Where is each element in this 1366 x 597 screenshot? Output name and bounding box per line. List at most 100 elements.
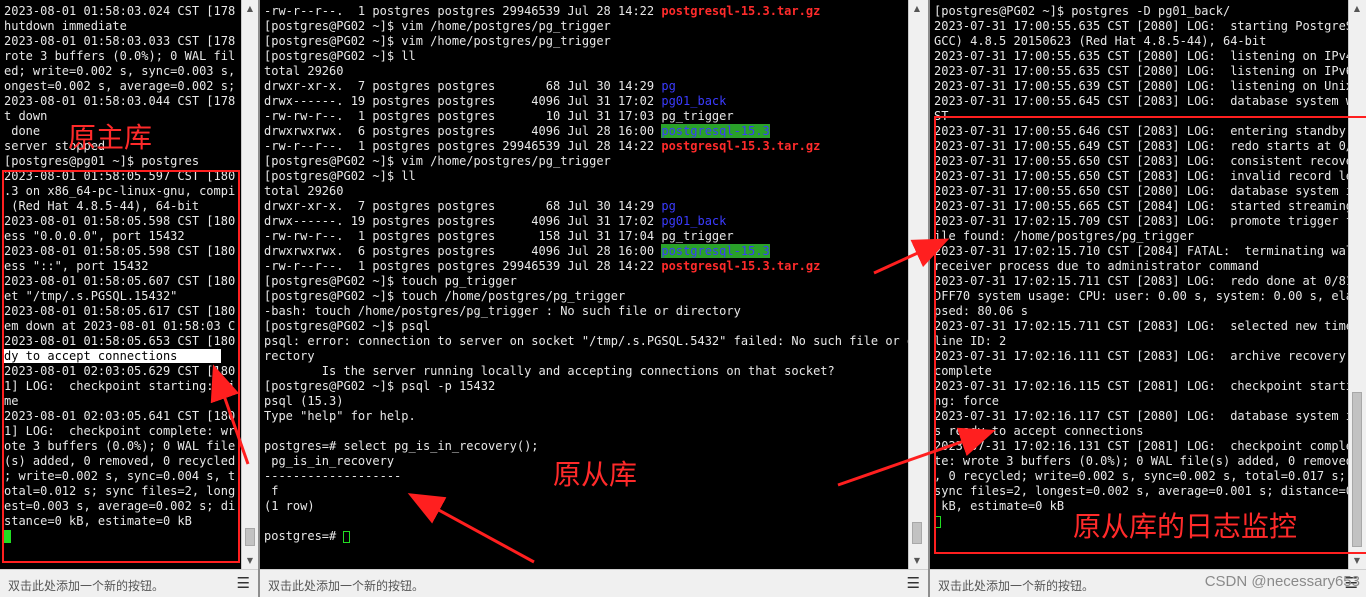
terminal-line: 2023-08-01 01:58:03.044 CST [178 (4, 94, 241, 109)
terminal-line: Is the server running locally and accept… (264, 364, 908, 379)
hamburger-menu-icon[interactable]: ☰ (907, 574, 920, 592)
add-button-hint[interactable]: 双击此处添加一个新的按钮。 (938, 577, 1094, 594)
terminal-text: GCC) 4.8.5 20150623 (Red Hat 4.8.5-44), … (934, 34, 1267, 48)
terminal-line: [postgres@PG02 ~]$ vim /home/postgres/pg… (264, 154, 908, 169)
terminal-text: drwxr-xr-x. 7 postgres postgres 68 Jul 3… (264, 79, 662, 93)
annotation-original-standby: 原从库 (553, 458, 638, 491)
terminal-text: pg (661, 79, 676, 93)
terminal-text: drwx------. 19 postgres postgres 4096 Ju… (264, 214, 662, 228)
terminal-line: -rw-r--r--. 1 postgres postgres 29946539… (264, 139, 908, 154)
terminal-line: -rw-r--r--. 1 postgres postgres 29946539… (264, 259, 908, 274)
scroll-down-arrow-icon[interactable]: ▼ (909, 552, 925, 569)
terminal-line: drwx------. 19 postgres postgres 4096 Ju… (264, 94, 908, 109)
terminal-line: drwxr-xr-x. 7 postgres postgres 68 Jul 3… (264, 199, 908, 214)
terminal-text: [postgres@PG02 ~]$ touch pg_trigger (264, 274, 517, 288)
terminal-text: -rw-r--r--. 1 postgres postgres 29946539… (264, 259, 662, 273)
terminal-line: ed; write=0.002 s, sync=0.003 s, (4, 64, 241, 79)
scroll-up-arrow-icon[interactable]: ▲ (1349, 0, 1365, 17)
add-button-hint[interactable]: 双击此处添加一个新的按钮。 (8, 577, 164, 594)
terminal-line: postgres=# (264, 529, 908, 544)
terminal-line: 2023-07-31 17:00:55.645 CST [2083] LOG: … (934, 94, 1348, 109)
scroll-down-arrow-icon[interactable]: ▼ (1349, 552, 1365, 569)
terminal-line: drwx------. 19 postgres postgres 4096 Ju… (264, 214, 908, 229)
terminal-text: done (4, 124, 41, 138)
terminal-line: -rw-rw-r--. 1 postgres postgres 10 Jul 3… (264, 109, 908, 124)
terminal-text: psql: error: connection to server on soc… (264, 334, 908, 348)
terminal-line: 2023-07-31 17:00:55.635 CST [2080] LOG: … (934, 64, 1348, 79)
terminal-text: 2023-07-31 17:00:55.635 CST [2080] LOG: … (934, 19, 1348, 33)
terminal-line: 2023-07-31 17:00:55.639 CST [2080] LOG: … (934, 79, 1348, 94)
terminal-line: GCC) 4.8.5 20150623 (Red Hat 4.8.5-44), … (934, 34, 1348, 49)
terminal-line: [postgres@PG02 ~]$ psql (264, 319, 908, 334)
terminal-text: Is the server running locally and accept… (264, 364, 835, 378)
terminal-line: (1 row) (264, 499, 908, 514)
terminal-line: hutdown immediate (4, 19, 241, 34)
terminal-text: rectory (264, 349, 315, 363)
right-highlight-box (934, 116, 1366, 554)
terminal-text: 2023-07-31 17:00:55.635 CST [2080] LOG: … (934, 64, 1348, 78)
terminal-text: 2023-07-31 17:00:55.635 CST [2080] LOG: … (934, 49, 1348, 63)
terminal-line: psql: error: connection to server on soc… (264, 334, 908, 349)
terminal-text: [postgres@PG02 ~]$ vim /home/postgres/pg… (264, 154, 611, 168)
terminal-line: Type "help" for help. (264, 409, 908, 424)
left-button-bar[interactable]: 双击此处添加一个新的按钮。 ☰ (0, 569, 258, 597)
terminal-text: [postgres@PG02 ~]$ vim /home/postgres/pg… (264, 34, 611, 48)
terminal-text: 2023-08-01 01:58:03.024 CST [178 (4, 4, 236, 18)
terminal-text: total 29260 (264, 184, 344, 198)
terminal-line: total 29260 (264, 64, 908, 79)
terminal-text: ed; write=0.002 s, sync=0.003 s, (4, 64, 236, 78)
terminal-text: postgresql-15.3.tar.gz (661, 259, 821, 273)
middle-scroll-thumb[interactable] (912, 522, 922, 544)
terminal-text: drwxrwxrwx. 6 postgres postgres 4096 Jul… (264, 124, 662, 138)
terminal-text: 2023-08-01 01:58:03.044 CST [178 (4, 94, 236, 108)
terminal-text: postgres=# select pg_is_in_recovery(); (264, 439, 539, 453)
middle-button-bar[interactable]: 双击此处添加一个新的按钮。 ☰ (260, 569, 928, 597)
terminal-text: pg01_back (661, 94, 727, 108)
terminal-text: 2023-08-01 01:58:03.033 CST [178 (4, 34, 236, 48)
left-highlight-box (2, 170, 240, 563)
terminal-line: postgres=# select pg_is_in_recovery(); (264, 439, 908, 454)
terminal-line: rote 3 buffers (0.0%); 0 WAL fil (4, 49, 241, 64)
terminal-text: [postgres@PG02 ~]$ vim /home/postgres/pg… (264, 19, 611, 33)
scroll-down-arrow-icon[interactable]: ▼ (242, 552, 258, 569)
scroll-up-arrow-icon[interactable]: ▲ (242, 0, 258, 17)
terminal-text: [postgres@PG02 ~]$ psql (264, 319, 431, 333)
terminal-line: [postgres@pg01 ~]$ postgres (4, 154, 241, 169)
terminal-line: total 29260 (264, 184, 908, 199)
terminal-text: pg01_back (661, 214, 727, 228)
terminal-line: [postgres@PG02 ~]$ vim /home/postgres/pg… (264, 19, 908, 34)
terminal-text: -rw-r--r--. 1 postgres postgres 29946539… (264, 4, 662, 18)
terminal-line: [postgres@PG02 ~]$ ll (264, 169, 908, 184)
text-cursor (343, 530, 351, 543)
terminal-text: pg (661, 199, 676, 213)
add-button-hint[interactable]: 双击此处添加一个新的按钮。 (268, 577, 424, 594)
terminal-line: [postgres@PG02 ~]$ psql -p 15432 (264, 379, 908, 394)
left-scroll-thumb[interactable] (245, 528, 255, 546)
terminal-text: t down (4, 109, 48, 123)
terminal-text: postgres=# (264, 529, 344, 543)
terminal-text: rote 3 buffers (0.0%); 0 WAL fil (4, 49, 236, 63)
left-scrollbar[interactable]: ▲ ▼ (241, 0, 258, 569)
terminal-text: [postgres@PG02 ~]$ postgres -D pg01_back… (934, 4, 1231, 18)
terminal-line: drwxr-xr-x. 7 postgres postgres 68 Jul 3… (264, 79, 908, 94)
middle-scrollbar[interactable]: ▲ ▼ (908, 0, 925, 569)
terminal-line: [postgres@PG02 ~]$ ll (264, 49, 908, 64)
middle-terminal-pane: -rw-r--r--. 1 postgres postgres 29946539… (260, 0, 928, 597)
scroll-up-arrow-icon[interactable]: ▲ (909, 0, 925, 17)
terminal-line: drwxrwxrwx. 6 postgres postgres 4096 Jul… (264, 244, 908, 259)
terminal-text: -bash: touch /home/postgres/pg_trigger :… (264, 304, 741, 318)
terminal-text: [postgres@PG02 ~]$ ll (264, 169, 416, 183)
terminal-line: [postgres@PG02 ~]$ vim /home/postgres/pg… (264, 34, 908, 49)
terminal-line: [postgres@PG02 ~]$ touch pg_trigger (264, 274, 908, 289)
terminal-text: (1 row) (264, 499, 315, 513)
terminal-text: drwx------. 19 postgres postgres 4096 Ju… (264, 94, 662, 108)
terminal-text: -rw-r--r--. 1 postgres postgres 29946539… (264, 139, 662, 153)
terminal-line: [postgres@PG02 ~]$ touch /home/postgres/… (264, 289, 908, 304)
terminal-line: [postgres@PG02 ~]$ postgres -D pg01_back… (934, 4, 1348, 19)
hamburger-menu-icon[interactable]: ☰ (237, 574, 250, 592)
terminal-line: -rw-r--r--. 1 postgres postgres 29946539… (264, 4, 908, 19)
terminal-text: [postgres@PG02 ~]$ psql -p 15432 (264, 379, 496, 393)
terminal-text: drwxr-xr-x. 7 postgres postgres 68 Jul 3… (264, 199, 662, 213)
terminal-text: postgresql-15.3 (661, 124, 770, 138)
